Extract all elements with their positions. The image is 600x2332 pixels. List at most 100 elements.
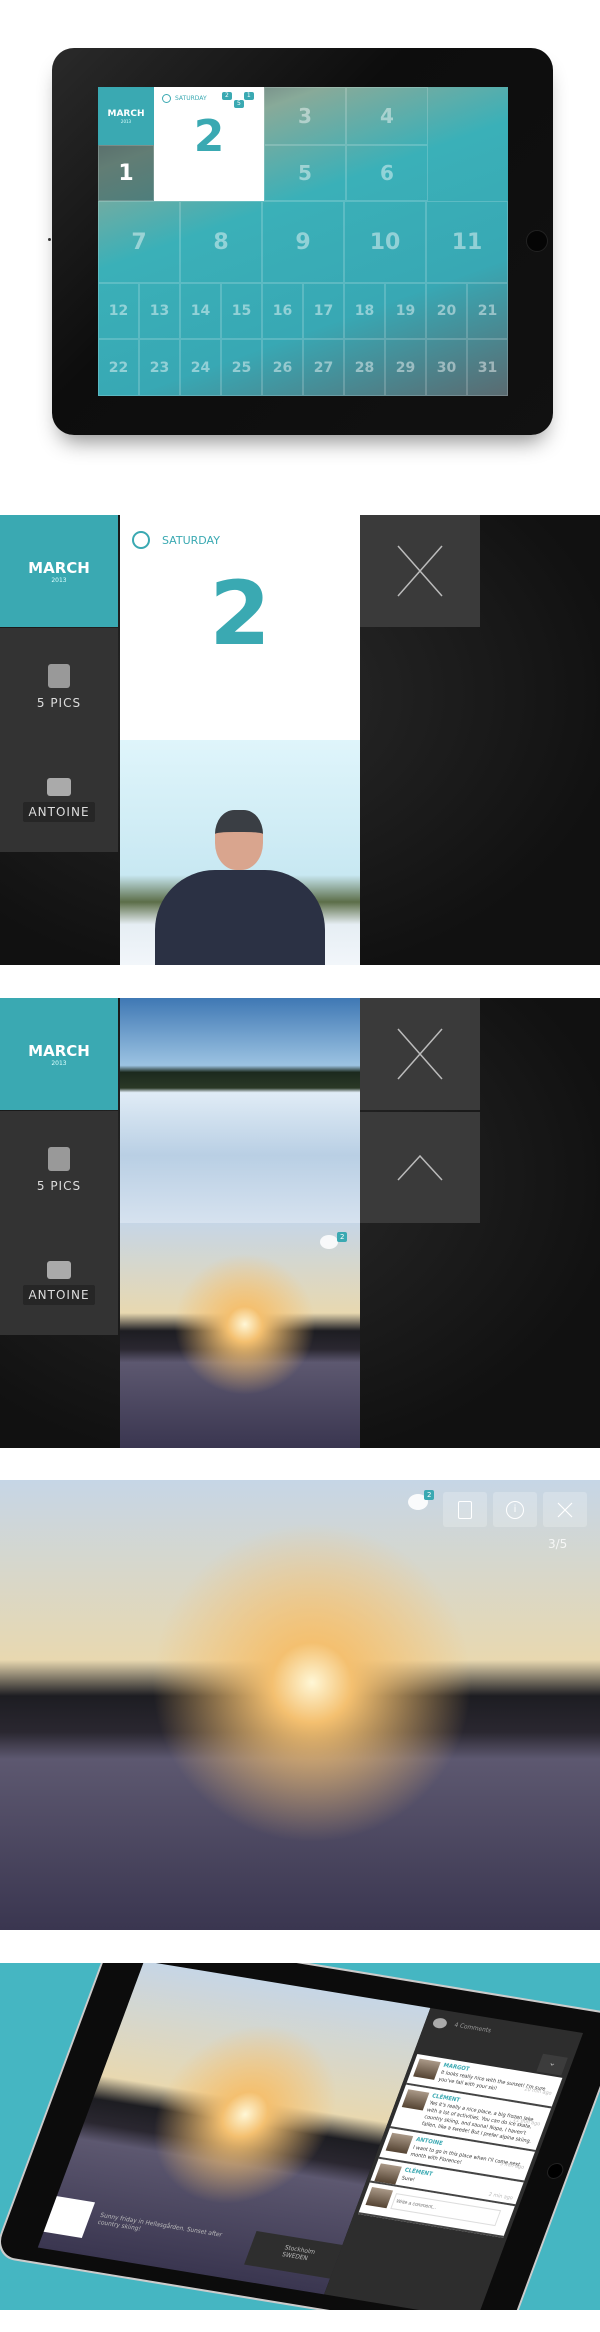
scroll-up-button[interactable] [360,1112,480,1223]
photo-viewer: 2 i 3/5 [0,1480,600,1930]
day-number: 17 [313,303,334,319]
day-number: 2 [193,111,225,162]
day-cell[interactable]: 25 [221,339,262,396]
day-cell[interactable]: 10 [344,201,426,283]
cake-icon [47,1261,71,1279]
year-label: 2013 [51,576,67,584]
day-card: SATURDAY 2 [120,515,360,740]
day-number: 13 [149,303,170,319]
day-number: 9 [295,229,311,255]
day-cell[interactable]: 15 [221,283,262,339]
birthday-item[interactable]: ANTOINE [0,1223,118,1335]
pics-badge: 5 [234,100,244,108]
day-cell[interactable]: 23 [139,339,180,396]
comments-badge: 2 [222,92,232,100]
day-cell[interactable]: 31 [467,339,508,396]
month-tile[interactable]: MARCH 2013 [0,515,118,627]
day-cell[interactable]: 24 [180,339,221,396]
weekday-label: SATURDAY [175,95,207,102]
photo-skiers[interactable] [120,998,360,1223]
pics-label: 5 PICS [36,696,82,710]
day-number: 14 [190,303,211,319]
month-label: MARCH [28,1041,90,1060]
day-cell[interactable]: 12 [98,283,139,339]
day-number: 15 [231,303,252,319]
month-label: MARCH [28,558,90,577]
camera-dot [48,238,51,241]
comments-icon [431,2017,449,2030]
comments-icon[interactable] [320,1235,338,1249]
close-button[interactable] [360,515,480,627]
photo-portrait[interactable] [120,740,360,965]
day-cell[interactable]: 7 [98,201,180,283]
day-number: 11 [451,229,483,255]
day-number: 31 [477,359,498,376]
day-cell-1[interactable]: 1 [98,145,154,201]
comments-count: 4 Comments [453,2021,493,2035]
day-cell[interactable]: 22 [98,339,139,396]
pics-item[interactable]: 5 PICS [0,1111,118,1223]
add-note-icon [458,1500,472,1519]
day-number: 1 [118,160,134,186]
tablet-icon [48,1147,70,1171]
person-head [215,810,263,870]
day-cell[interactable]: 4 [346,87,428,145]
day-cell[interactable]: 3 [264,87,346,145]
month-tile[interactable]: MARCH 2013 [98,87,154,145]
home-button[interactable] [526,230,548,252]
comments-badge: 2 [337,1232,348,1242]
day-cell[interactable]: 5 [264,145,346,201]
person-body [155,870,325,965]
home-button[interactable] [544,2161,566,2181]
day-cell[interactable]: 11 [426,201,508,283]
day-cell[interactable]: 29 [385,339,426,396]
clock-icon [132,531,150,549]
day-cell[interactable]: 8 [180,201,262,283]
close-button[interactable] [360,998,480,1110]
day-cell[interactable]: 6 [346,145,428,201]
add-note-button[interactable] [443,1492,487,1527]
comments-showcase: Sunny friday in Hellasgården. Sunset aft… [0,1963,600,2310]
close-button[interactable] [543,1492,587,1527]
day-cell[interactable]: 20 [426,283,467,339]
day-number: 2 [209,562,271,665]
month-tile[interactable]: MARCH 2013 [0,998,118,1110]
photo-counter: 3/5 [548,1537,568,1551]
day-number: 23 [149,359,170,376]
collapse-button[interactable]: ⌄ [536,2053,568,2076]
day-badges: 2 1 5 [222,92,264,108]
day-cell[interactable]: 28 [344,339,385,396]
ipad-device: Sunny friday in Hellasgården. Sunset aft… [0,1963,600,2310]
info-button[interactable]: i [493,1492,537,1527]
birthday-name: ANTOINE [23,802,95,822]
day-number: 24 [190,359,211,376]
close-icon [397,545,443,597]
selected-day-tile[interactable]: SATURDAY 2 1 5 2 [154,87,264,201]
weekday-label: SATURDAY [162,534,220,547]
pics-item[interactable]: 5 PICS [0,628,118,740]
day-cell[interactable]: 21 [467,283,508,339]
close-icon [557,1502,573,1517]
birthday-badge: 1 [243,92,254,100]
birthday-name: ANTOINE [23,1285,95,1305]
birthday-item[interactable]: ANTOINE [0,740,118,852]
day-cell[interactable]: 16 [262,283,303,339]
photo-sunset[interactable]: 2 [120,1223,360,1448]
day-cell[interactable]: 14 [180,283,221,339]
day-number: 21 [477,303,498,319]
day-cell[interactable]: 18 [344,283,385,339]
day-number: 7 [131,229,147,255]
day-cell[interactable]: 30 [426,339,467,396]
clock-icon [162,94,171,103]
day-number: 29 [395,359,416,376]
day-number: 12 [108,303,129,319]
day-cell[interactable]: 13 [139,283,180,339]
day-cell[interactable]: 9 [262,201,344,283]
day-cell[interactable]: 19 [385,283,426,339]
day-cell[interactable]: 27 [303,339,344,396]
day-cell[interactable]: 17 [303,283,344,339]
day-cell[interactable]: 26 [262,339,303,396]
day-number: 19 [395,303,416,319]
month-label: MARCH [107,108,145,119]
comments-badge: 2 [424,1490,435,1500]
